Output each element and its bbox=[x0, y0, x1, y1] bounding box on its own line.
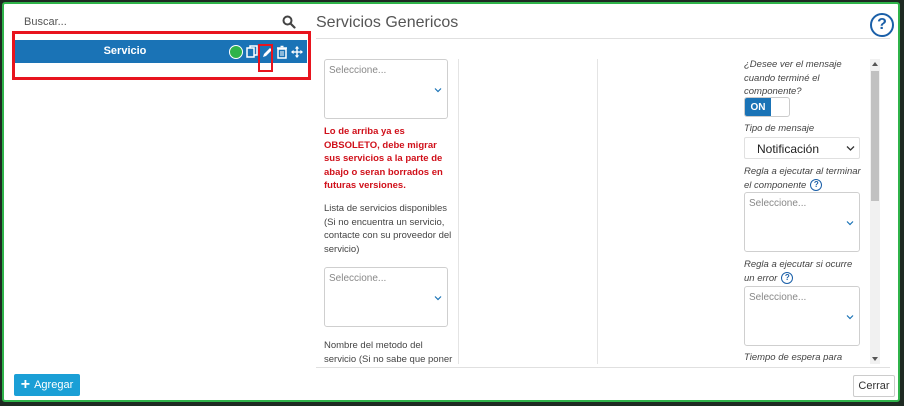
trash-icon[interactable] bbox=[276, 45, 288, 59]
form-panel: Seleccione... Lo de arriba ya es OBSOLET… bbox=[316, 38, 890, 368]
rule-finish-label-wrap: Regla a ejecutar al terminar el componen… bbox=[744, 165, 864, 192]
chevron-down-icon bbox=[434, 88, 442, 93]
help-icon[interactable]: ? bbox=[810, 178, 823, 191]
close-button[interactable]: Cerrar bbox=[853, 375, 895, 397]
rule-error-label: Regla a ejecutar si ocurre un error bbox=[744, 259, 853, 284]
column-divider bbox=[597, 59, 598, 364]
scroll-down-icon[interactable] bbox=[872, 357, 878, 361]
edit-highlight-frame bbox=[258, 44, 273, 72]
plus-icon: + bbox=[20, 376, 31, 393]
add-button[interactable]: + Agregar bbox=[14, 374, 80, 396]
copy-icon[interactable] bbox=[246, 44, 258, 59]
toggle-on-label: ON bbox=[745, 98, 771, 116]
show-message-toggle[interactable]: ON bbox=[744, 97, 790, 117]
obsolete-services-select[interactable]: Seleccione... bbox=[324, 59, 448, 119]
select-placeholder: Seleccione... bbox=[749, 292, 807, 303]
message-type-label: Tipo de mensaje bbox=[744, 123, 815, 134]
services-select[interactable]: Seleccione... bbox=[324, 267, 448, 327]
chevron-down-icon bbox=[846, 315, 854, 320]
dialog-title: Servicios Genericos bbox=[316, 14, 459, 31]
message-type-value: Notificación bbox=[757, 142, 820, 156]
show-message-label: ¿Desee ver el mensaje cuando terminé el … bbox=[744, 59, 842, 97]
add-button-label: Agregar bbox=[34, 379, 74, 391]
vertical-scrollbar[interactable] bbox=[870, 59, 880, 364]
column-divider bbox=[458, 59, 459, 364]
status-indicator-icon bbox=[229, 44, 243, 59]
rule-error-label-wrap: Regla a ejecutar si ocurre un error? bbox=[744, 258, 856, 285]
list-item-label: Servicio bbox=[103, 45, 147, 57]
rule-finish-select[interactable]: Seleccione... bbox=[744, 192, 860, 252]
move-icon[interactable] bbox=[291, 45, 303, 59]
select-placeholder: Seleccione... bbox=[329, 273, 387, 284]
select-placeholder: Seleccione... bbox=[329, 65, 387, 76]
help-icon[interactable]: ? bbox=[781, 271, 794, 284]
rule-finish-label: Regla a ejecutar al terminar el componen… bbox=[744, 166, 861, 191]
rule-error-select[interactable]: Seleccione... bbox=[744, 286, 860, 346]
search-input[interactable] bbox=[24, 14, 274, 30]
chevron-down-icon bbox=[846, 146, 855, 151]
select-placeholder: Seleccione... bbox=[749, 198, 807, 209]
scroll-thumb[interactable] bbox=[871, 71, 879, 201]
wait-time-label: Tiempo de espera para bbox=[744, 352, 843, 363]
services-dialog: Servicio bbox=[2, 2, 900, 402]
scroll-up-icon[interactable] bbox=[872, 62, 878, 66]
help-icon[interactable]: ? bbox=[870, 13, 894, 37]
message-type-select[interactable]: Notificación bbox=[744, 137, 860, 159]
services-list-panel: Servicio bbox=[12, 10, 311, 365]
search-icon[interactable] bbox=[282, 15, 296, 29]
obsolete-warning: Lo de arriba ya es OBSOLETO, debe migrar… bbox=[324, 126, 443, 191]
services-list-label: Lista de servicios disponibles (Si no en… bbox=[324, 203, 452, 255]
method-name-label: Nombre del metodo del servicio (Si no sa… bbox=[324, 340, 453, 365]
chevron-down-icon bbox=[434, 296, 442, 301]
chevron-down-icon bbox=[846, 221, 854, 226]
